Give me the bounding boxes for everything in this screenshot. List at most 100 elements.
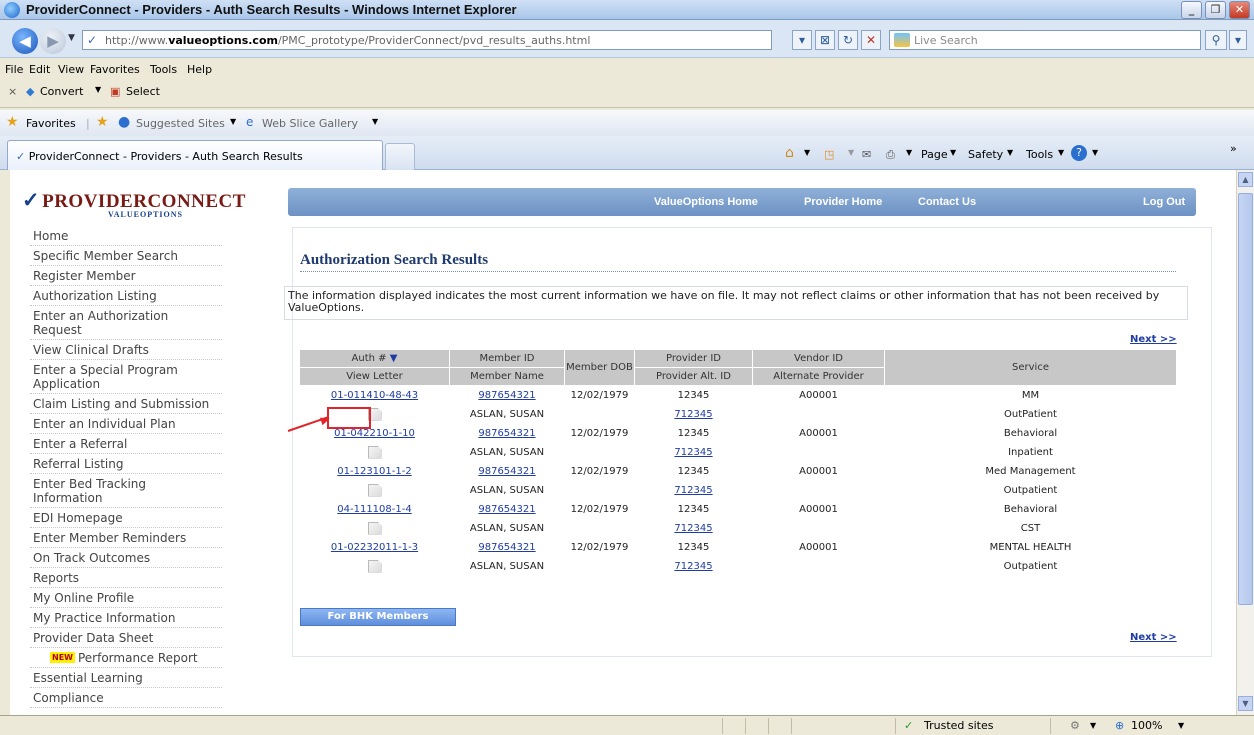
suggested-sites-link[interactable]: Suggested Sites bbox=[136, 117, 225, 130]
search-input[interactable]: Live Search bbox=[889, 30, 1201, 50]
member-id-link[interactable]: 987654321 bbox=[478, 466, 535, 477]
zoom-level[interactable]: 100% bbox=[1131, 719, 1162, 732]
forward-button[interactable]: ▶ bbox=[40, 28, 66, 54]
sidenav-essential-learning[interactable]: Essential Learning bbox=[30, 668, 222, 688]
address-dropdown-icon[interactable]: ▾ bbox=[792, 30, 812, 50]
view-letter-document-icon[interactable] bbox=[367, 559, 382, 573]
menu-tools[interactable]: Tools bbox=[150, 63, 177, 76]
member-id-link[interactable]: 987654321 bbox=[478, 428, 535, 439]
auth-link[interactable]: 01-02232011-1-3 bbox=[331, 542, 418, 553]
menu-file[interactable]: File bbox=[5, 63, 23, 76]
favorites-button[interactable]: Favorites bbox=[26, 117, 76, 130]
maximize-button[interactable]: ❐ bbox=[1205, 1, 1226, 19]
web-slice-gallery-link[interactable]: Web Slice Gallery bbox=[262, 117, 358, 130]
view-letter-document-icon[interactable] bbox=[367, 521, 382, 535]
menu-favorites[interactable]: Favorites bbox=[90, 63, 140, 76]
scroll-thumb[interactable] bbox=[1238, 193, 1253, 605]
sidenav-specific-member-search[interactable]: Specific Member Search bbox=[30, 246, 222, 266]
back-button[interactable]: ◀ bbox=[12, 28, 38, 54]
print-icon[interactable]: ⎙ bbox=[886, 148, 895, 162]
suggested-dropdown-icon[interactable]: ▼ bbox=[230, 117, 236, 126]
sort-icon[interactable]: ▼ bbox=[390, 353, 398, 364]
search-go-icon[interactable]: ⚲ bbox=[1205, 30, 1227, 50]
nav-valueoptions-home[interactable]: ValueOptions Home bbox=[654, 196, 758, 208]
add-favorite-icon[interactable]: ★ bbox=[96, 114, 109, 130]
sidenav-edi-homepage[interactable]: EDI Homepage bbox=[30, 508, 222, 528]
sidenav-performance-report[interactable]: NEW Performance Report bbox=[30, 648, 222, 668]
feeds-icon[interactable]: ◳ bbox=[824, 148, 834, 161]
menu-help[interactable]: Help bbox=[187, 63, 212, 76]
close-toolbar-icon[interactable]: × bbox=[8, 85, 17, 98]
provider-alt-id-link[interactable]: 712345 bbox=[674, 447, 712, 458]
nav-log-out[interactable]: Log Out bbox=[1143, 196, 1185, 208]
sidenav-provider-data-sheet[interactable]: Provider Data Sheet bbox=[30, 628, 222, 648]
page-dropdown-icon[interactable]: ▼ bbox=[950, 148, 956, 157]
zoom-dropdown-icon[interactable]: ▼ bbox=[1178, 721, 1184, 730]
tools-dropdown-icon[interactable]: ▼ bbox=[1058, 148, 1064, 157]
sidenav-bed-tracking[interactable]: Enter Bed Tracking Information bbox=[30, 474, 222, 508]
chevron-more-icon[interactable]: » bbox=[1230, 142, 1237, 155]
sidenav-individual-plan[interactable]: Enter an Individual Plan bbox=[30, 414, 222, 434]
sidenav-claim-listing[interactable]: Claim Listing and Submission bbox=[30, 394, 222, 414]
close-window-button[interactable]: ✕ bbox=[1229, 1, 1250, 19]
mail-icon[interactable]: ✉ bbox=[862, 148, 871, 161]
new-tab-button[interactable] bbox=[385, 143, 415, 170]
next-link-bottom[interactable]: Next >> bbox=[1130, 632, 1177, 643]
convert-button[interactable]: Convert bbox=[40, 85, 84, 98]
vertical-scrollbar[interactable]: ▲ ▼ bbox=[1236, 170, 1254, 715]
help-dropdown-icon[interactable]: ▼ bbox=[1092, 148, 1098, 157]
member-id-link[interactable]: 987654321 bbox=[478, 390, 535, 401]
protected-mode-icon[interactable]: ⚙ bbox=[1070, 719, 1080, 732]
sidenav-referral-listing[interactable]: Referral Listing bbox=[30, 454, 222, 474]
sidenav-enter-referral[interactable]: Enter a Referral bbox=[30, 434, 222, 454]
home-dropdown-icon[interactable]: ▼ bbox=[804, 148, 810, 157]
tab-active[interactable]: ✓ ProviderConnect - Providers - Auth Sea… bbox=[7, 140, 383, 170]
address-input[interactable]: ✓ http://www.valueoptions.com/PMC_prototy… bbox=[82, 30, 772, 50]
safety-menu[interactable]: Safety bbox=[968, 148, 1003, 161]
protected-dropdown-icon[interactable]: ▼ bbox=[1090, 721, 1096, 730]
help-icon[interactable]: ? bbox=[1071, 145, 1087, 161]
security-zone[interactable]: Trusted sites bbox=[924, 719, 994, 732]
auth-link[interactable]: 01-011410-48-43 bbox=[331, 390, 418, 401]
menu-view[interactable]: View bbox=[58, 63, 84, 76]
sidenav-enter-authorization[interactable]: Enter an Authorization Request bbox=[30, 306, 222, 340]
nav-provider-home[interactable]: Provider Home bbox=[804, 196, 882, 208]
sidenav-compliance[interactable]: Compliance bbox=[30, 688, 222, 708]
feeds-dropdown-icon[interactable]: ▼ bbox=[848, 148, 854, 157]
tools-menu[interactable]: Tools bbox=[1026, 148, 1053, 161]
view-letter-document-icon[interactable] bbox=[367, 445, 382, 459]
select-button[interactable]: Select bbox=[126, 85, 160, 98]
bhk-members-button[interactable]: For BHK Members bbox=[300, 608, 456, 626]
sidenav-reports[interactable]: Reports bbox=[30, 568, 222, 588]
print-dropdown-icon[interactable]: ▼ bbox=[906, 148, 912, 157]
recent-pages-icon[interactable]: ▼ bbox=[68, 33, 75, 43]
next-link-top[interactable]: Next >> bbox=[1130, 334, 1177, 345]
convert-dropdown-icon[interactable]: ▼ bbox=[95, 85, 101, 94]
stop-icon[interactable]: ✕ bbox=[861, 30, 881, 50]
sidenav-practice-information[interactable]: My Practice Information bbox=[30, 608, 222, 628]
sidenav-authorization-listing[interactable]: Authorization Listing bbox=[30, 286, 222, 306]
provider-alt-id-link[interactable]: 712345 bbox=[674, 409, 712, 420]
sidenav-online-profile[interactable]: My Online Profile bbox=[30, 588, 222, 608]
home-icon[interactable]: ⌂ bbox=[785, 145, 794, 161]
sidenav-view-clinical-drafts[interactable]: View Clinical Drafts bbox=[30, 340, 222, 360]
sidenav-home[interactable]: Home bbox=[30, 226, 222, 246]
compatibility-icon[interactable]: ⊠ bbox=[815, 30, 835, 50]
sidenav-on-track-outcomes[interactable]: On Track Outcomes bbox=[30, 548, 222, 568]
refresh-icon[interactable]: ↻ bbox=[838, 30, 858, 50]
header-auth[interactable]: Auth # ▼ bbox=[299, 349, 450, 368]
view-letter-document-icon[interactable] bbox=[367, 483, 382, 497]
member-id-link[interactable]: 987654321 bbox=[478, 504, 535, 515]
provider-alt-id-link[interactable]: 712345 bbox=[674, 523, 712, 534]
auth-link[interactable]: 01-123101-1-2 bbox=[337, 466, 411, 477]
nav-contact-us[interactable]: Contact Us bbox=[918, 196, 976, 208]
scroll-up-icon[interactable]: ▲ bbox=[1238, 172, 1253, 187]
gallery-dropdown-icon[interactable]: ▼ bbox=[372, 117, 378, 126]
search-options-icon[interactable]: ▾ bbox=[1229, 30, 1247, 50]
sidenav-register-member[interactable]: Register Member bbox=[30, 266, 222, 286]
minimize-button[interactable]: _ bbox=[1181, 1, 1202, 19]
member-id-link[interactable]: 987654321 bbox=[478, 542, 535, 553]
sidenav-special-program[interactable]: Enter a Special Program Application bbox=[30, 360, 222, 394]
provider-alt-id-link[interactable]: 712345 bbox=[674, 485, 712, 496]
auth-link[interactable]: 01-042210-1-10 bbox=[334, 428, 415, 439]
